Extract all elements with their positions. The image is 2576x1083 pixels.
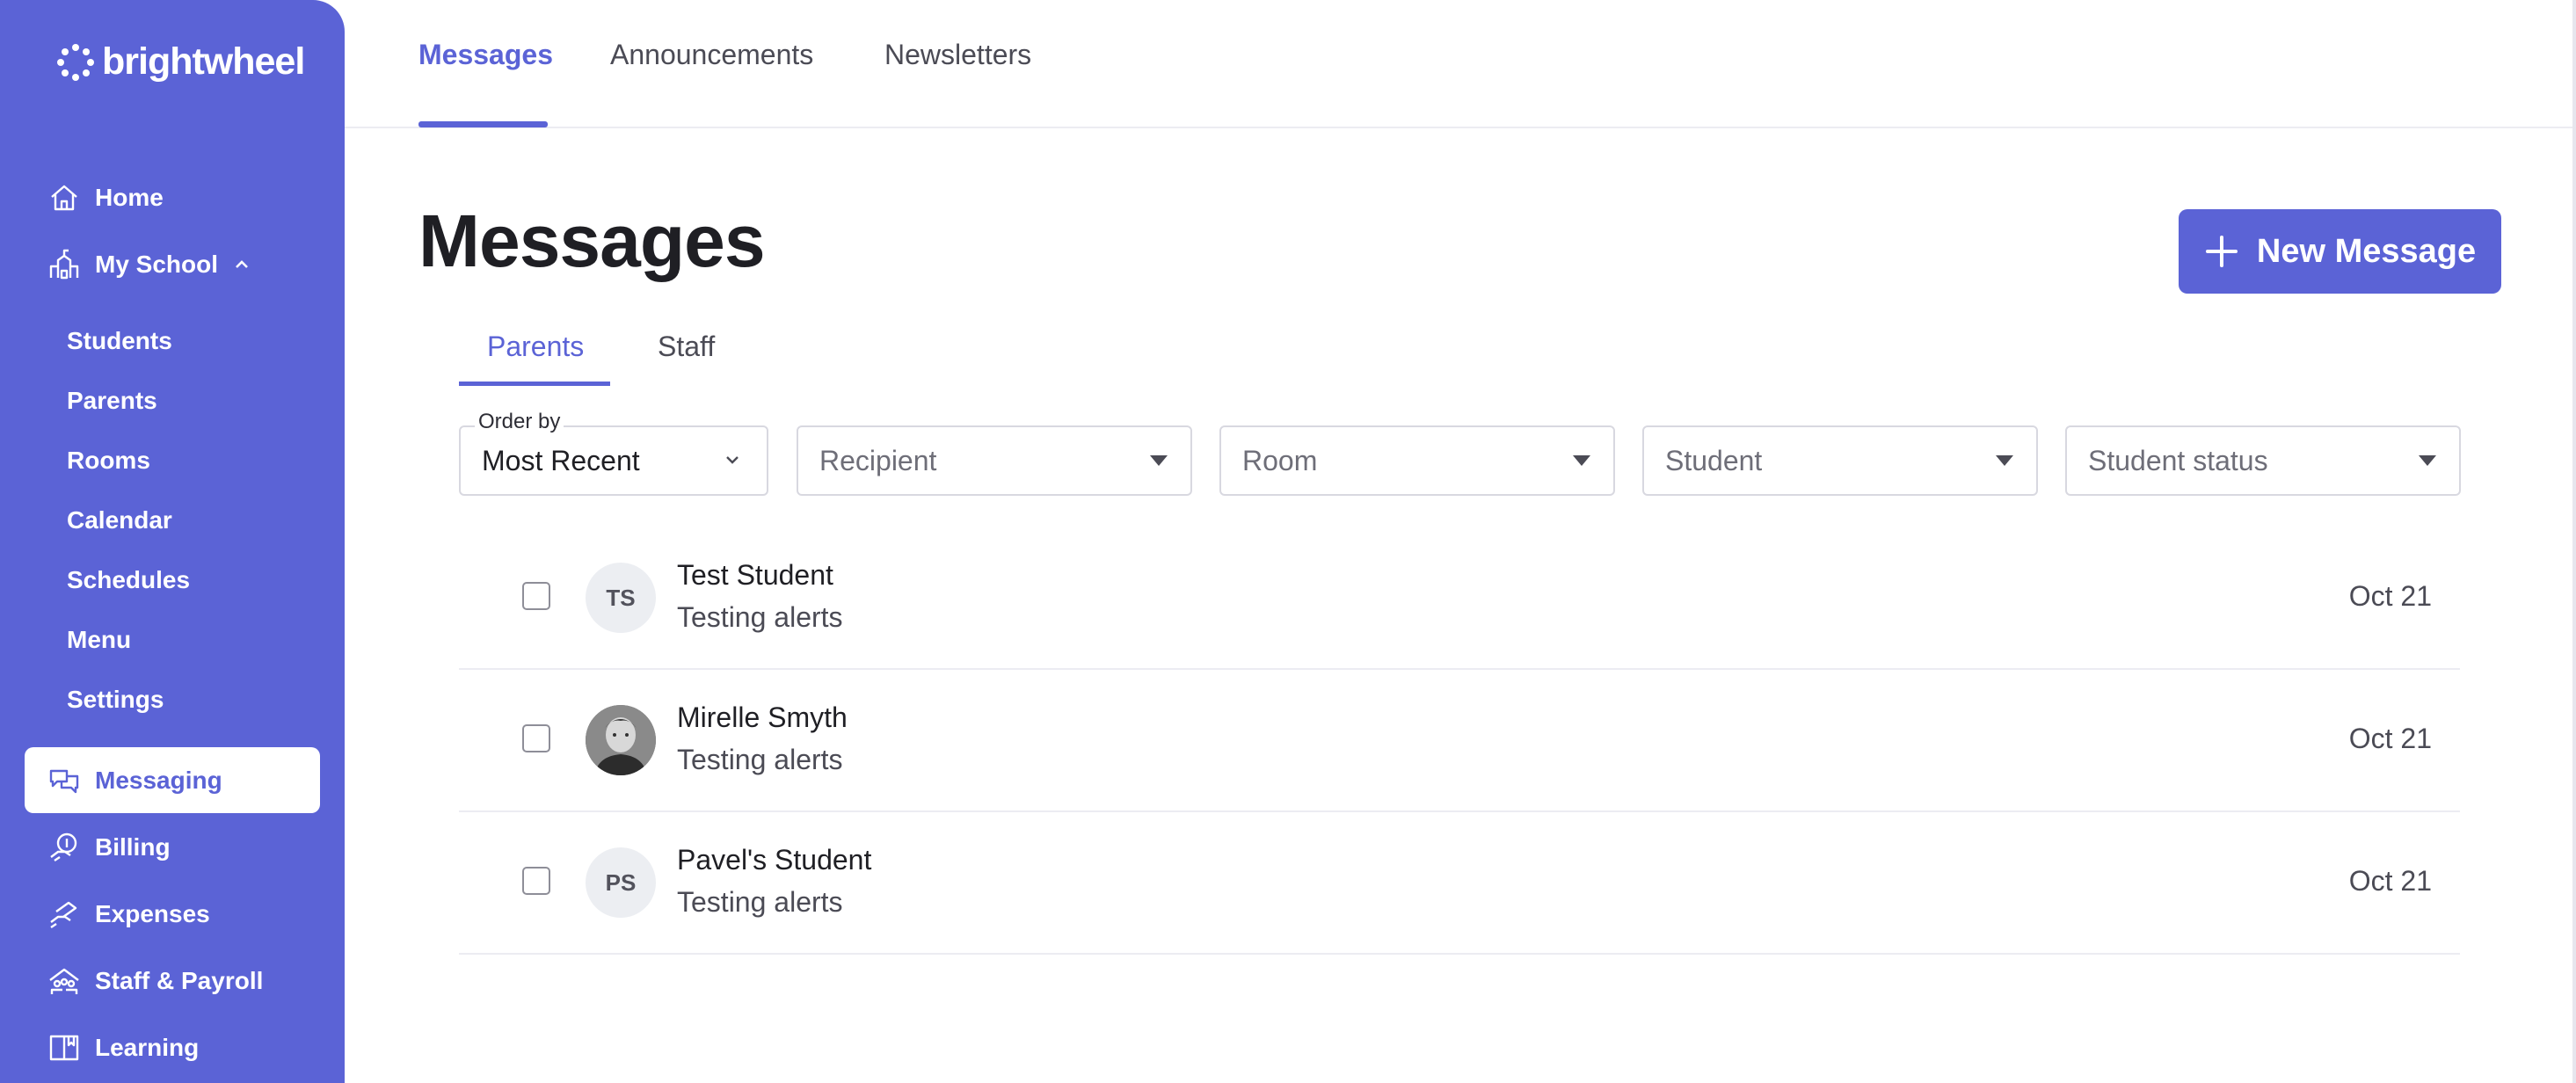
sidebar-subitem-calendar[interactable]: Calendar	[67, 503, 172, 538]
student-select[interactable]: Student	[1642, 425, 2038, 496]
message-sender: Mirelle Smyth	[677, 701, 848, 733]
message-preview: Testing alerts	[677, 886, 843, 918]
sidebar-subitem-menu[interactable]: Menu	[67, 622, 131, 658]
sidebar-subitem-students[interactable]: Students	[67, 323, 172, 359]
sidebar-item-my-school[interactable]: My School	[47, 243, 251, 286]
order-by-select[interactable]: Most Recent	[459, 425, 768, 496]
brand-logo[interactable]: brightwheel	[56, 40, 305, 84]
sidebar-item-staff-payroll[interactable]: Staff & Payroll	[47, 960, 263, 1002]
brightwheel-logo-icon	[57, 43, 94, 81]
student-status-placeholder: Student status	[2088, 445, 2268, 476]
sidebar-item-messaging[interactable]: Messaging	[25, 747, 320, 813]
message-row[interactable]: TS Test Student Testing alerts Oct 21	[459, 527, 2460, 670]
message-sender: Pavel's Student	[677, 844, 872, 876]
order-by-value: Most Recent	[482, 445, 640, 476]
sidebar-item-label: Staff & Payroll	[95, 967, 264, 994]
tab-announcements[interactable]: Announcements	[610, 39, 813, 83]
dropdown-caret-icon	[1150, 455, 1168, 466]
sidebar-item-label: Learning	[95, 1034, 200, 1061]
new-message-button[interactable]: New Message	[2179, 209, 2501, 294]
recipient-select[interactable]: Recipient	[797, 425, 1192, 496]
avatar: TS	[586, 563, 656, 633]
room-placeholder: Room	[1242, 445, 1318, 476]
message-row[interactable]: PS Pavel's Student Testing alerts Oct 21	[459, 812, 2460, 955]
expenses-icon	[50, 901, 77, 928]
order-by-label: Order by	[475, 410, 564, 434]
dropdown-caret-icon	[2419, 455, 2436, 466]
avatar: PS	[586, 847, 656, 918]
sidebar-item-billing[interactable]: Billing	[47, 826, 171, 869]
plus-icon	[2205, 236, 2238, 267]
learning-icon	[49, 1035, 79, 1061]
brand-name: brightwheel	[102, 40, 305, 83]
dropdown-caret-icon	[1996, 455, 2013, 466]
dropdown-caret-icon	[1573, 455, 1590, 466]
sidebar-item-home[interactable]: Home	[47, 177, 164, 219]
sidebar-subitem-parents[interactable]: Parents	[67, 383, 157, 418]
home-icon	[51, 185, 77, 211]
page-title: Messages	[418, 200, 766, 282]
row-checkbox[interactable]	[522, 724, 550, 752]
sidebar-item-label: Expenses	[95, 900, 210, 927]
message-date: Oct 21	[2348, 865, 2432, 897]
staff-icon	[49, 968, 79, 994]
person-photo-icon	[586, 705, 656, 775]
message-date: Oct 21	[2348, 723, 2432, 754]
message-row[interactable]: Mirelle Smyth Testing alerts Oct 21	[459, 670, 2460, 812]
sidebar-item-label: Messaging	[95, 766, 222, 794]
sidebar-item-expenses[interactable]: Expenses	[47, 893, 210, 935]
sidebar-item-label: Billing	[95, 833, 171, 861]
message-sender: Test Student	[677, 559, 833, 591]
sidebar-item-label: My School	[95, 251, 219, 278]
active-subtab-indicator	[459, 382, 610, 386]
student-status-select[interactable]: Student status	[2065, 425, 2461, 496]
row-checkbox[interactable]	[522, 867, 550, 895]
avatar-photo	[586, 705, 656, 775]
tab-parents[interactable]: Parents	[487, 331, 584, 363]
school-icon	[49, 249, 79, 280]
sidebar-item-learning[interactable]: Learning	[47, 1027, 199, 1069]
row-checkbox[interactable]	[522, 582, 550, 610]
chevron-down-icon	[726, 456, 739, 464]
room-select[interactable]: Room	[1219, 425, 1615, 496]
billing-icon	[50, 832, 77, 861]
tab-messages[interactable]: Messages	[418, 39, 553, 83]
sidebar-subitem-schedules[interactable]: Schedules	[67, 563, 190, 598]
new-message-label: New Message	[2256, 232, 2477, 270]
message-preview: Testing alerts	[677, 744, 843, 775]
sidebar-subitem-rooms[interactable]: Rooms	[67, 443, 150, 478]
sidebar-item-label: Home	[95, 184, 164, 211]
tab-newsletters[interactable]: Newsletters	[884, 39, 1031, 83]
sidebar: brightwheel Home My School Students Pare…	[0, 0, 345, 1083]
messaging-icon	[49, 769, 79, 793]
message-date: Oct 21	[2348, 580, 2432, 612]
message-preview: Testing alerts	[677, 601, 843, 633]
recipient-placeholder: Recipient	[819, 445, 937, 476]
active-tab-indicator	[418, 121, 548, 127]
chevron-up-icon	[236, 260, 248, 268]
student-placeholder: Student	[1665, 445, 1763, 476]
sidebar-subitem-settings[interactable]: Settings	[67, 682, 164, 717]
tab-staff[interactable]: Staff	[658, 331, 715, 363]
window-edge	[2572, 0, 2576, 1083]
